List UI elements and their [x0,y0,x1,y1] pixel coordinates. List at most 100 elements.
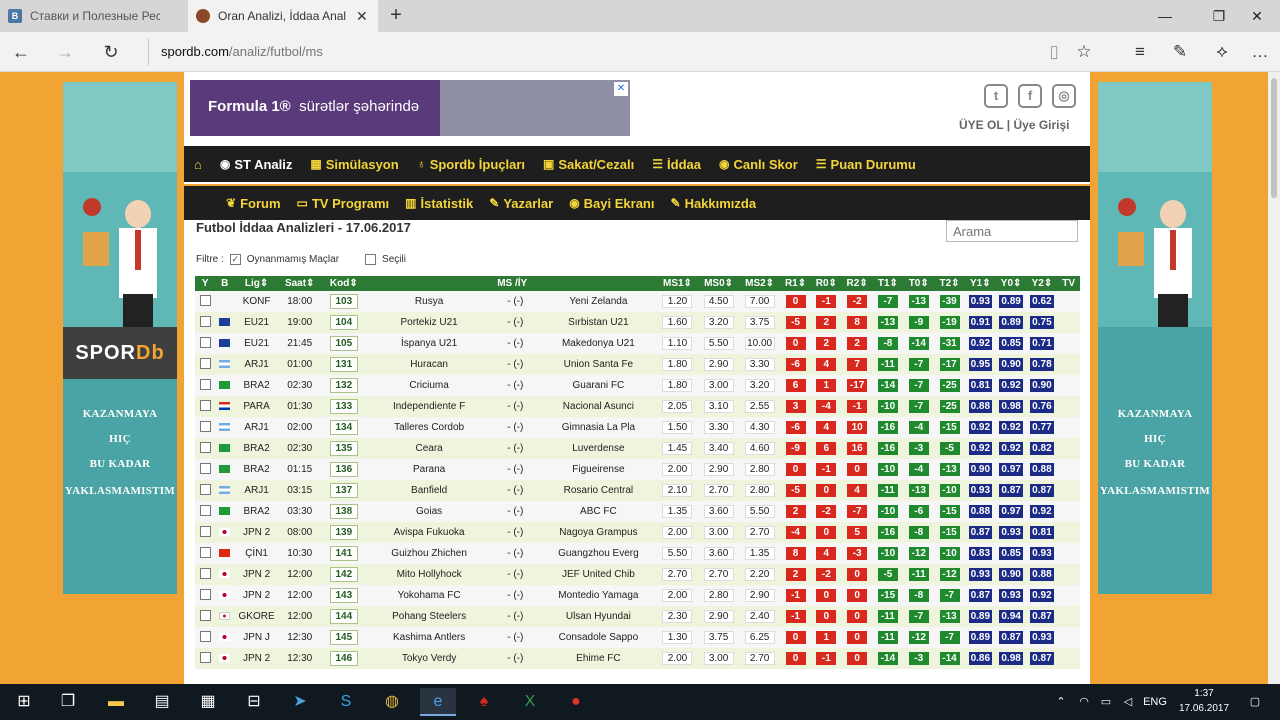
cell-ms0[interactable]: 2.90 [698,459,739,480]
cell-ms0[interactable]: 3.75 [698,627,739,648]
col-y1[interactable]: Y1⇕ [964,276,996,291]
cell-home-team[interactable]: Mito Hollyhock [367,564,494,585]
cell-home-team[interactable]: Avispa Fukuoka [367,522,494,543]
cell-ms1[interactable]: 1.60 [657,312,698,333]
cell-ms0[interactable]: 4.50 [698,291,739,312]
cell-kod[interactable]: 146 [320,648,367,669]
chrome-icon[interactable]: ◍ [374,688,410,716]
cell-kod[interactable]: 105 [320,333,367,354]
tab-vk[interactable]: B Ставки и Полезные Ресурс [0,0,188,32]
cell-ms2[interactable]: 2.90 [739,585,780,606]
cell-ms0[interactable]: 3.10 [698,396,739,417]
cell-ms2[interactable]: 1.35 [739,543,780,564]
facebook-icon[interactable]: f [1018,84,1042,108]
tray-chevron-icon[interactable]: ⌃ [1052,684,1070,720]
cell-ms1[interactable]: 2.70 [657,564,698,585]
cell-kod[interactable]: 131 [320,354,367,375]
cell-home-team[interactable]: Tokyo Verdy [367,648,494,669]
left-side-banner[interactable]: SPORDb KAZANMAYA HIÇ BU KADAR YAKLASMAMI… [63,82,177,594]
more-icon[interactable]: … [1246,38,1274,66]
nav-item-bayi[interactable]: ◉ Bayi Ekranı [569,196,654,211]
cell-kod[interactable]: 104 [320,312,367,333]
cell-ms0[interactable]: 2.90 [698,606,739,627]
cell-kod[interactable]: 133 [320,396,367,417]
nav-item-ipuclari[interactable]: ♁ Spordb İpuçları [417,157,525,172]
row-checkbox[interactable] [195,438,216,459]
row-checkbox[interactable] [195,291,216,312]
table-row[interactable]: ARJ1 01:00 131 Huracan - (-) Union Santa Fe 1.… [195,354,1080,375]
cell-ms2[interactable]: 2.70 [739,522,780,543]
table-row[interactable]: JPN 2 12:00 142 Mito Hollyhock - (-) JEF Unit… [195,564,1080,585]
cell-away-team[interactable]: Gimnasia La Pla [536,417,657,438]
cell-kod[interactable]: 135 [320,438,367,459]
row-checkbox[interactable] [195,522,216,543]
close-tab-icon[interactable]: ✕ [356,8,368,25]
cell-ms1[interactable]: 2.05 [657,396,698,417]
instagram-icon[interactable]: ◎ [1052,84,1076,108]
row-checkbox[interactable] [195,564,216,585]
network-icon[interactable]: ◠ [1074,684,1094,720]
nav-item-iddaa[interactable]: ☰ İddaa [652,157,701,172]
cell-ms1[interactable]: 1.45 [657,438,698,459]
twitter-icon[interactable]: t [984,84,1008,108]
nav-item-sakat[interactable]: ▣ Sakat/Cezalı [543,157,634,172]
poker-icon[interactable]: ♠ [466,688,502,716]
cell-ms2[interactable]: 2.80 [739,459,780,480]
web-note-icon[interactable]: ✎ [1166,38,1194,66]
cell-kod[interactable]: 145 [320,627,367,648]
nav-item-yazarlar[interactable]: ✎ Yazarlar [489,196,553,211]
cell-kod[interactable]: 136 [320,459,367,480]
clock[interactable]: 1:37 17.06.2017 [1172,686,1236,716]
cell-ms0[interactable]: 3.00 [698,522,739,543]
cell-ms2[interactable]: 2.20 [739,564,780,585]
table-row[interactable]: JPN 2 08:00 139 Avispa Fukuoka - (-) Nagoya G… [195,522,1080,543]
ad-close-icon[interactable]: ✕ [614,82,628,96]
cell-away-team[interactable]: Nacional Asunci [536,396,657,417]
cell-ms0[interactable]: 3.00 [698,648,739,669]
table-row[interactable]: PARA 01:30 133 Independiente F - (-) Nacional… [195,396,1080,417]
notifications-icon[interactable]: ▢ [1240,684,1270,720]
row-checkbox[interactable] [195,459,216,480]
row-checkbox[interactable] [195,312,216,333]
nav-item-hakkimizda[interactable]: ✎ Hakkımızda [671,196,757,211]
cell-kod[interactable]: 144 [320,606,367,627]
col-r0[interactable]: R0⇕ [810,276,842,291]
search-input[interactable] [946,220,1078,242]
cell-ms2[interactable]: 2.40 [739,606,780,627]
cell-home-team[interactable]: Banfield [367,480,494,501]
col-saat[interactable]: Saat⇕ [279,276,321,291]
cell-ms1[interactable]: 1.50 [657,417,698,438]
cell-ms0[interactable]: 2.80 [698,585,739,606]
col-r2[interactable]: R2⇕ [841,276,873,291]
nav-item-istatistik[interactable]: ▥ İstatistik [405,196,473,211]
cell-home-team[interactable]: Pohang Steelers [367,606,494,627]
cell-home-team[interactable]: Yokohama FC [367,585,494,606]
url-field[interactable]: spordb.com/analiz/futbol/ms [148,38,1028,66]
language-indicator[interactable]: ENG [1140,684,1170,720]
col-ms1[interactable]: MS1⇕ [656,276,699,291]
cell-ms0[interactable]: 3.00 [698,375,739,396]
right-side-banner[interactable]: KAZANMAYA HIÇ BU KADAR YAKLASMAMISTIM [1098,82,1212,594]
row-checkbox[interactable] [195,648,216,669]
telegram-icon[interactable]: ➤ [282,688,318,716]
home-icon[interactable]: ⌂ [194,157,202,172]
cell-ms2[interactable]: 5.50 [739,501,780,522]
cell-kod[interactable]: 134 [320,417,367,438]
cell-ms1[interactable]: 1.30 [657,627,698,648]
cell-ms2[interactable]: 7.00 [739,291,780,312]
table-row[interactable]: GKORE 12:00 144 Pohang Steelers - (-) Ulsan H… [195,606,1080,627]
reading-view-icon[interactable]: ▯ [1040,38,1068,66]
table-row[interactable]: JPN 2 12:00 143 Yokohama FC - (-) Montedio Ya… [195,585,1080,606]
nav-item-st-analiz[interactable]: ◉ ST Analiz [220,157,293,172]
volume-icon[interactable]: ◁ [1118,684,1138,720]
nav-item-tv[interactable]: ▭ TV Programı [297,196,390,211]
cell-ms2[interactable]: 3.75 [739,312,780,333]
cell-ms2[interactable]: 4.30 [739,417,780,438]
cell-away-team[interactable]: ABC FC [536,501,657,522]
auth-links[interactable]: ÜYE OL | Üye Girişi [959,118,1070,132]
cell-kod[interactable]: 143 [320,585,367,606]
cell-kod[interactable]: 141 [320,543,367,564]
cell-ms2[interactable]: 6.25 [739,627,780,648]
nav-item-forum[interactable]: ❦ Forum [226,196,281,211]
share-icon[interactable]: ⟡ [1208,38,1236,66]
